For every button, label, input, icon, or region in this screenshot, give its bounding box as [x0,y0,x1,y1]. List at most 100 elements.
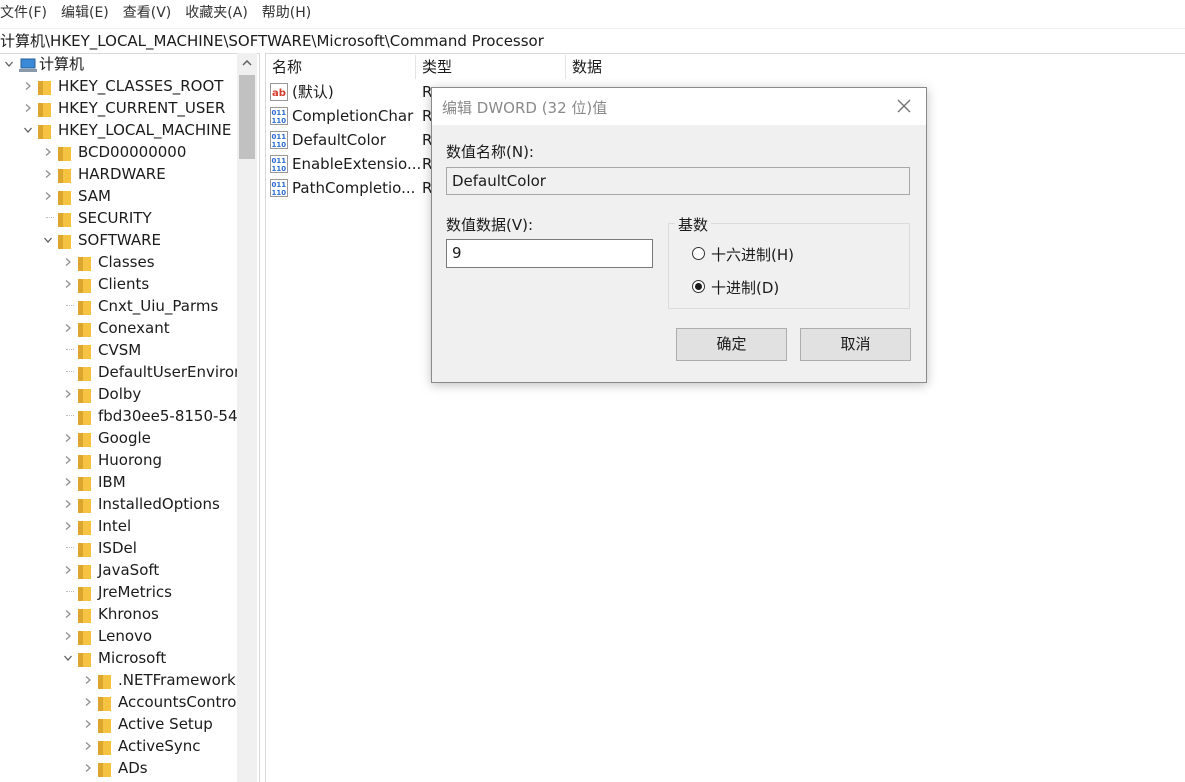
chevron-down-icon[interactable] [22,119,34,141]
tree-item[interactable]: Classes [0,251,237,273]
folder-icon [98,761,111,777]
tree-item[interactable]: AccountsControl [0,691,237,713]
chevron-right-icon[interactable] [62,559,74,581]
tree-item[interactable]: HKEY_CURRENT_USER [0,97,237,119]
tree-item[interactable]: IBM [0,471,237,493]
chevron-right-icon[interactable] [82,713,94,735]
tree-item[interactable]: Huorong [0,449,237,471]
radio-decimal-label[interactable]: 十进制(D) [711,277,779,298]
tree-item[interactable]: Active Setup [0,713,237,735]
tree-item[interactable]: Google [0,427,237,449]
tree-item[interactable]: SOFTWARE [0,229,237,251]
chevron-right-icon[interactable] [62,273,74,295]
tree-item[interactable]: JreMetrics [0,581,237,603]
tree-item[interactable]: Microsoft [0,647,237,669]
svg-text:011: 011 [272,109,287,117]
chevron-right-icon[interactable] [62,625,74,647]
chevron-right-icon[interactable] [22,75,34,97]
tree-item[interactable]: Clients [0,273,237,295]
chevron-right-icon[interactable] [82,691,94,713]
chevron-right-icon[interactable] [82,669,94,691]
tree-item[interactable]: JavaSoft [0,559,237,581]
menu-view[interactable]: 查看(V) [123,0,172,26]
address-bar[interactable]: 计算机\HKEY_LOCAL_MACHINE\SOFTWARE\Microsof… [0,28,1185,54]
chevron-right-icon[interactable] [62,427,74,449]
tree-item[interactable]: Cnxt_Uiu_Parms [0,295,237,317]
value-data-input[interactable]: 9 [446,239,653,268]
menu-edit[interactable]: 编辑(E) [61,0,109,26]
tree-item[interactable]: CVSM [0,339,237,361]
chevron-right-icon[interactable] [42,185,54,207]
tree-item[interactable]: Lenovo [0,625,237,647]
chevron-right-icon[interactable] [62,317,74,339]
chevron-down-icon[interactable] [3,53,15,75]
menu-file[interactable]: 文件(F) [0,0,47,26]
list-item[interactable]: 011 110 PathCompletio... R [268,176,432,200]
chevron-down-icon[interactable] [62,647,74,669]
radio-hex[interactable] [692,247,705,260]
tree-item[interactable]: Dolby [0,383,237,405]
tree-item-label: Clients [98,275,150,293]
tree-item[interactable]: .NETFramework [0,669,237,691]
list-item[interactable]: 011 110 CompletionChar R [268,104,432,128]
tree-item[interactable]: BCD00000000 [0,141,237,163]
folder-icon [78,629,91,645]
pane-splitter[interactable] [259,53,266,782]
folder-icon [78,277,91,293]
tree-item-label: JavaSoft [98,561,160,579]
tree-item[interactable]: HARDWARE [0,163,237,185]
tree-item[interactable]: HKEY_CLASSES_ROOT [0,75,237,97]
tree-item[interactable]: InstalledOptions [0,493,237,515]
tree-item[interactable]: ADs [0,757,237,779]
chevron-right-icon[interactable] [62,383,74,405]
tree-item[interactable]: SAM [0,185,237,207]
chevron-right-icon[interactable] [22,97,34,119]
tree-item[interactable]: ActiveSync [0,735,237,757]
menu-favorites[interactable]: 收藏夹(A) [185,0,248,26]
value-name: DefaultColor [292,131,386,149]
column-data-header[interactable]: 数据 [566,55,926,79]
chevron-right-icon[interactable] [82,757,94,779]
chevron-right-icon[interactable] [42,141,54,163]
chevron-right-icon[interactable] [62,493,74,515]
chevron-down-icon[interactable] [42,229,54,251]
chevron-right-icon[interactable] [62,251,74,273]
column-type-header[interactable]: 类型 [416,55,566,79]
scroll-thumb[interactable] [239,75,255,159]
chevron-right-icon[interactable] [42,163,54,185]
folder-icon [78,563,91,579]
value-name-field: DefaultColor [446,167,910,195]
tree-connector [46,217,54,218]
menu-help[interactable]: 帮助(H) [262,0,311,26]
chevron-right-icon[interactable] [62,449,74,471]
chevron-right-icon[interactable] [62,603,74,625]
tree-item[interactable]: Intel [0,515,237,537]
tree-item-label: Huorong [98,451,163,469]
string-value-icon: ab [270,83,288,101]
folder-icon [78,651,91,667]
tree-item[interactable]: DefaultUserEnvironm [0,361,237,383]
tree-item[interactable]: ISDel [0,537,237,559]
chevron-right-icon[interactable] [62,515,74,537]
tree-item[interactable]: SECURITY [0,207,237,229]
list-item[interactable]: ab (默认) R [268,80,432,104]
close-icon[interactable] [894,96,914,116]
tree-scrollbar[interactable] [237,53,257,782]
column-name-header[interactable]: 名称 [266,55,416,79]
list-item[interactable]: 011 110 DefaultColor R [268,128,432,152]
tree-item[interactable]: HKEY_LOCAL_MACHINE [0,119,237,141]
tree-item-label: Lenovo [98,627,153,645]
radio-hex-label[interactable]: 十六进制(H) [711,244,794,265]
radio-decimal[interactable] [692,280,705,293]
scroll-up-arrow-icon[interactable] [237,53,257,73]
tree-item[interactable]: Conexant [0,317,237,339]
chevron-right-icon[interactable] [62,471,74,493]
tree-item[interactable]: 计算机 [0,53,237,75]
ok-button[interactable]: 确定 [676,328,787,361]
list-item[interactable]: 011 110 EnableExtensio... R [268,152,432,176]
folder-icon [78,607,91,623]
chevron-right-icon[interactable] [82,735,94,757]
tree-item[interactable]: fbd30ee5-8150-54 [0,405,237,427]
tree-item[interactable]: Khronos [0,603,237,625]
cancel-button[interactable]: 取消 [800,328,911,361]
